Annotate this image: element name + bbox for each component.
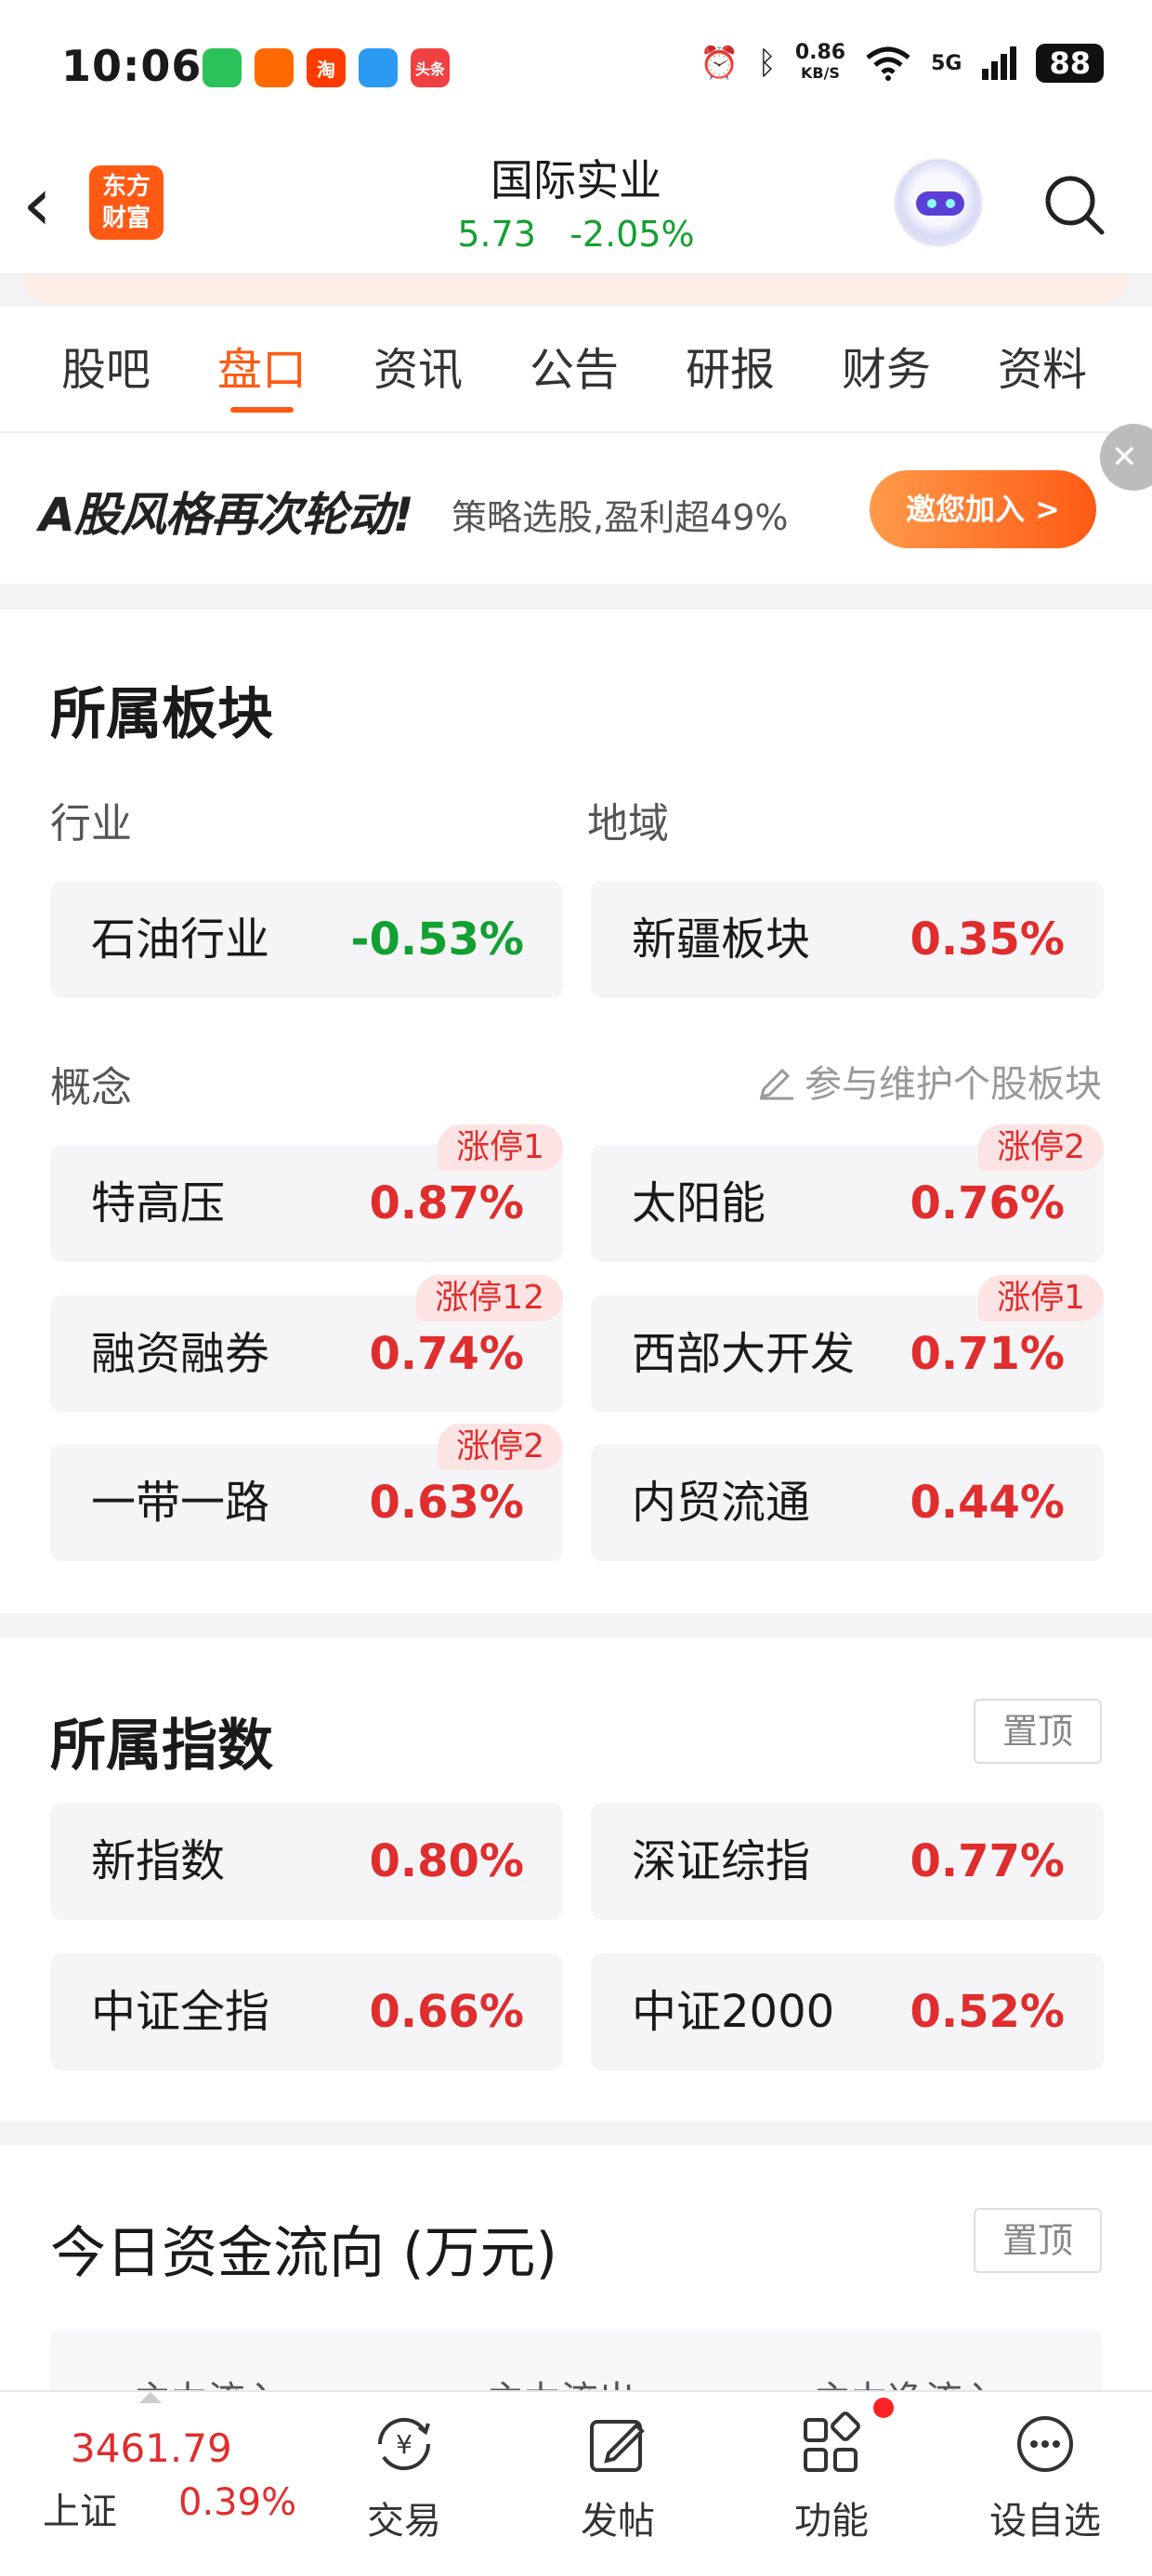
market-index-name[interactable]: 上证 [43, 2481, 117, 2535]
join-button[interactable]: 邀您加入 > [870, 470, 1096, 548]
index-tile[interactable]: 深证综指 0.77% [591, 1803, 1104, 1920]
status-app-icons: 淘 头条 [203, 48, 450, 87]
region-label: 地域 [587, 800, 669, 848]
app-orange-icon [255, 48, 294, 87]
tab-news[interactable]: 资讯 [340, 307, 496, 431]
status-bar: 10:06 淘 头条 ⏰ ᛒ 0.86 KB/S 5G 88 [0, 0, 1152, 139]
concept-name: 特高压 [91, 1177, 226, 1229]
indices-card: 所属指数 置顶 新指数 0.80% 深证综指 0.77% 中证全指 0.66% … [0, 1637, 1152, 2121]
app-green-icon [203, 48, 242, 87]
tab-guba[interactable]: 股吧 [28, 307, 184, 431]
index-change: 0.77% [910, 1835, 1065, 1887]
section-title: 所属指数 [50, 1714, 273, 1779]
bluetooth-icon: ᛒ [757, 45, 777, 82]
concept-name: 融资融券 [91, 1328, 270, 1380]
wifi-icon [866, 46, 910, 81]
concept-tile[interactable]: 涨停2 一带一路 0.63% [50, 1424, 563, 1561]
close-icon[interactable]: ✕ [1100, 424, 1152, 491]
sector-name: 石油行业 [91, 913, 270, 966]
toutiao-icon: 头条 [411, 48, 450, 87]
index-name: 深证综指 [632, 1835, 811, 1887]
banner-title: A股风格再次轮动! [39, 488, 413, 542]
concept-change: 0.44% [910, 1477, 1065, 1529]
tab-research[interactable]: 研报 [652, 307, 808, 431]
notice-strip [22, 275, 1130, 303]
index-tile[interactable]: 中证2000 0.52% [591, 1953, 1104, 2070]
concept-change: 0.74% [369, 1328, 524, 1380]
functions-button[interactable]: 功能 [762, 2407, 901, 2544]
tab-pankou[interactable]: 盘口 [184, 307, 340, 431]
index-tile[interactable]: 中证全指 0.66% [50, 1953, 563, 2070]
edit-icon [759, 1068, 793, 1100]
status-time: 10:06 [61, 41, 203, 91]
concept-tile[interactable]: 涨停1 西部大开发 0.71% [591, 1275, 1104, 1413]
network-type: 5G [931, 51, 962, 75]
expand-caret-icon[interactable] [139, 2392, 162, 2403]
promo-banner[interactable]: A股风格再次轮动! 策略选股,盈利超49% 邀您加入 > ✕ [0, 424, 1152, 584]
sector-tile-industry[interactable]: 石油行业 -0.53% [50, 881, 563, 998]
signal-icon [982, 46, 1017, 80]
sector-name: 新疆板块 [632, 913, 811, 966]
concept-name: 一带一路 [91, 1477, 270, 1529]
concept-change: 0.76% [910, 1177, 1065, 1229]
tab-profile[interactable]: 资料 [964, 307, 1120, 431]
concept-tile[interactable]: 内贸流通 0.44% [591, 1444, 1104, 1561]
taobao-icon: 淘 [307, 48, 346, 87]
market-index-change[interactable]: 0.39% [178, 2481, 296, 2524]
concept-change: 0.87% [369, 1177, 524, 1229]
concept-name: 内贸流通 [632, 1477, 811, 1529]
notification-dot [873, 2398, 894, 2418]
tab-bar: 股吧 盘口 资讯 公告 研报 财务 资料 [0, 307, 1152, 433]
maintain-sectors-link[interactable]: 参与维护个股板块 [756, 1054, 1102, 1108]
tab-finance[interactable]: 财务 [808, 307, 964, 431]
index-tile[interactable]: 新指数 0.80% [50, 1803, 563, 1920]
fund-flow-card: 今日资金流向 (万元) 置顶 主力流入 主力流出 主力净流入 [0, 2145, 1152, 2403]
market-index-value[interactable]: 3461.79 [71, 2425, 232, 2471]
add-watchlist-button[interactable]: 设自选 [975, 2407, 1115, 2544]
index-change: 0.80% [369, 1835, 524, 1887]
svg-text:¥: ¥ [396, 2429, 412, 2460]
status-indicators: ⏰ ᛒ 0.86 KB/S 5G 88 [700, 43, 1104, 84]
section-title: 所属板块 [50, 682, 273, 747]
sector-change: 0.35% [910, 913, 1065, 966]
robot-assistant-icon[interactable] [894, 158, 983, 247]
index-change: 0.52% [910, 1986, 1065, 2038]
section-title: 今日资金流向 (万元) [50, 2221, 557, 2286]
banner-subtitle: 策略选股,盈利超49% [452, 497, 789, 538]
alarm-icon: ⏰ [700, 45, 740, 82]
search-icon[interactable] [1041, 171, 1106, 236]
more-dots-icon [1017, 2416, 1073, 2472]
sector-change: -0.53% [350, 913, 524, 966]
post-button[interactable]: 发帖 [548, 2407, 687, 2544]
index-name: 中证全指 [91, 1986, 270, 2038]
concept-label: 概念 [50, 1064, 132, 1111]
concept-tile[interactable]: 涨停2 太阳能 0.76% [591, 1124, 1104, 1262]
concept-change: 0.71% [910, 1328, 1065, 1380]
trade-button[interactable]: ¥ 交易 [334, 2407, 474, 2544]
pin-top-button[interactable]: 置顶 [974, 1699, 1102, 1764]
battery-indicator: 88 [1036, 44, 1104, 83]
concept-change: 0.63% [369, 1477, 524, 1529]
concept-name: 太阳能 [632, 1177, 766, 1229]
concept-name: 西部大开发 [632, 1328, 856, 1380]
sector-tile-region[interactable]: 新疆板块 0.35% [591, 881, 1104, 998]
nav-bar: ‹ 东方 财富 国际实业 5.73 -2.05% [0, 139, 1152, 275]
bottom-bar: 3461.79 上证 0.39% ¥ 交易 发帖 功能 设自选 [0, 2390, 1152, 2576]
edit-post-icon [590, 2420, 645, 2472]
index-change: 0.66% [369, 1986, 524, 2038]
paper-plane-icon [359, 48, 398, 87]
pin-top-button[interactable]: 置顶 [974, 2208, 1102, 2273]
yen-exchange-icon: ¥ [377, 2417, 431, 2471]
tab-announcements[interactable]: 公告 [496, 307, 652, 431]
concept-tile[interactable]: 涨停12 融资融券 0.74% [50, 1275, 563, 1413]
sectors-card: 所属板块 行业 地域 石油行业 -0.53% 新疆板块 0.35% 概念 参与维… [0, 610, 1152, 1613]
index-name: 中证2000 [632, 1986, 835, 2038]
concept-tile[interactable]: 涨停1 特高压 0.87% [50, 1124, 563, 1262]
network-speed: 0.86 KB/S [794, 41, 846, 83]
industry-label: 行业 [50, 800, 132, 848]
grid-apps-icon [804, 2412, 860, 2472]
index-name: 新指数 [91, 1835, 226, 1887]
